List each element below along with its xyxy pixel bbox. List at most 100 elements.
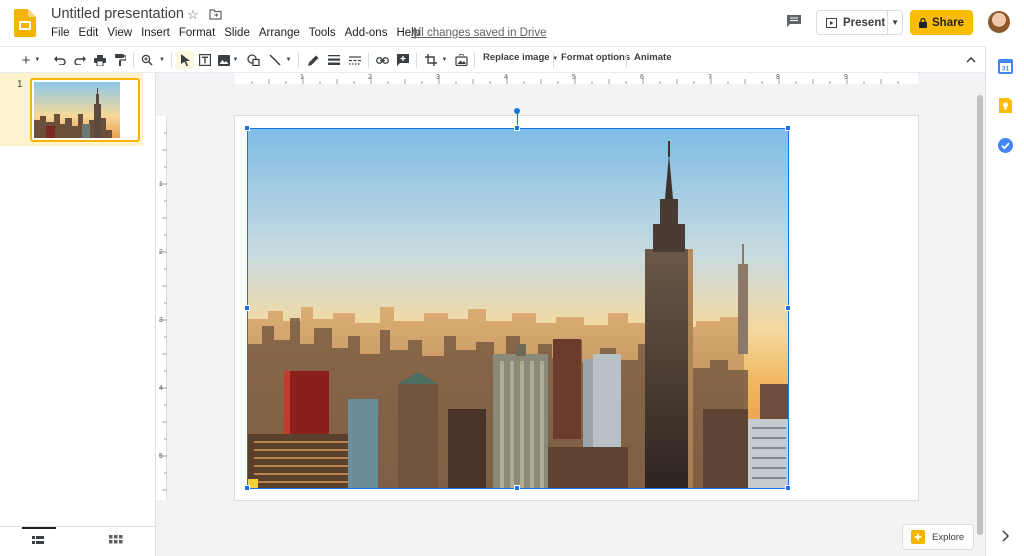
chevron-down-icon: ▼ xyxy=(441,57,448,63)
title-icons: ☆ xyxy=(186,8,222,22)
crop-button[interactable]: ▼ xyxy=(422,51,450,69)
add-comment-icon xyxy=(397,54,409,66)
share-button[interactable]: Share xyxy=(910,10,973,35)
ruler-label: 5 xyxy=(572,74,576,81)
add-comment-button[interactable] xyxy=(395,51,411,69)
undo-icon xyxy=(54,55,66,65)
toolbar-divider xyxy=(626,53,627,68)
scrollbar-thumb[interactable] xyxy=(977,95,983,535)
ruler-label: 9 xyxy=(844,74,848,81)
resize-handle-ne[interactable] xyxy=(785,125,791,131)
resize-handle-nw[interactable] xyxy=(244,125,250,131)
calendar-icon[interactable]: 31 xyxy=(998,59,1013,74)
print-button[interactable] xyxy=(92,51,108,69)
paint-format-button[interactable] xyxy=(112,51,128,69)
slide-number: 1 xyxy=(17,79,23,90)
reset-image-button[interactable] xyxy=(453,51,469,69)
explore-button[interactable]: Explore xyxy=(902,524,974,550)
chevron-down-icon: ▼ xyxy=(34,57,41,63)
save-status-link[interactable]: All changes saved in Drive xyxy=(411,27,547,39)
menu-addons[interactable]: Add-ons xyxy=(345,27,393,39)
border-weight-button[interactable] xyxy=(326,51,342,69)
resize-handle-w[interactable] xyxy=(244,305,250,311)
star-icon[interactable]: ☆ xyxy=(186,8,200,22)
text-box-button[interactable] xyxy=(197,51,213,69)
present-button[interactable]: Present ▼ xyxy=(816,10,903,35)
filmstrip-footer xyxy=(0,526,156,556)
reset-image-icon xyxy=(454,54,468,66)
toolbar-divider xyxy=(474,53,475,68)
ruler-label: 2 xyxy=(159,249,163,256)
ruler-label: 3 xyxy=(159,317,163,324)
filmstrip-slide[interactable]: 1 xyxy=(0,73,143,146)
list-view-icon[interactable] xyxy=(32,535,46,547)
ruler-label: 4 xyxy=(159,385,163,392)
toolbar: + ▼ ▼ ▼ ▼ ▼ Replace image ▼ Format optio… xyxy=(0,46,1024,73)
vertical-scrollbar[interactable] xyxy=(975,73,985,556)
animate-button[interactable]: Animate xyxy=(634,52,671,63)
border-dash-button[interactable] xyxy=(347,51,363,69)
resize-handle-e[interactable] xyxy=(785,305,791,311)
move-folder-icon[interactable] xyxy=(208,8,222,22)
slides-logo-icon[interactable] xyxy=(14,9,36,37)
chevron-right-icon[interactable] xyxy=(1000,530,1010,542)
ruler-label: 3 xyxy=(436,74,440,81)
border-dash-icon xyxy=(349,55,361,65)
select-tool-button[interactable] xyxy=(176,51,194,69)
comments-icon[interactable] xyxy=(786,14,802,28)
replace-image-button[interactable]: Replace image ▼ xyxy=(483,52,558,63)
vertical-ruler[interactable]: 1 2 3 4 5 xyxy=(156,84,167,556)
replace-image-label: Replace image xyxy=(483,52,550,63)
horizontal-ruler[interactable]: 1 2 3 4 5 6 7 8 9 xyxy=(156,73,975,84)
menu-tools[interactable]: Tools xyxy=(309,27,341,39)
border-weight-icon xyxy=(328,55,340,65)
redo-button[interactable] xyxy=(72,51,88,69)
undo-button[interactable] xyxy=(52,51,68,69)
cursor-icon xyxy=(180,54,190,66)
resize-handle-sw[interactable] xyxy=(244,485,250,491)
present-main-button[interactable]: Present xyxy=(817,11,889,34)
menu-format[interactable]: Format xyxy=(179,27,220,39)
ruler-label: 1 xyxy=(300,74,304,81)
ruler-label: 5 xyxy=(159,453,163,460)
resize-handle-se[interactable] xyxy=(785,485,791,491)
keep-icon[interactable] xyxy=(998,98,1013,113)
ruler-ticks xyxy=(156,73,975,84)
grid-view-icon[interactable] xyxy=(109,535,123,547)
menu-view[interactable]: View xyxy=(107,27,137,39)
border-color-button[interactable] xyxy=(305,51,321,69)
chevron-down-icon[interactable]: ▼ xyxy=(888,18,902,27)
toolbar-divider xyxy=(553,53,554,68)
resize-handle-s[interactable] xyxy=(514,485,520,491)
tasks-icon[interactable] xyxy=(998,138,1013,153)
menu-insert[interactable]: Insert xyxy=(141,27,175,39)
format-options-button[interactable]: Format options xyxy=(561,52,630,63)
toolbar-divider xyxy=(298,53,299,68)
menu-edit[interactable]: Edit xyxy=(79,27,104,39)
slides-app: Untitled presentation ☆ File Edit View I… xyxy=(0,0,1024,556)
selected-image[interactable] xyxy=(247,128,789,489)
resize-handle-n[interactable] xyxy=(514,125,520,131)
avatar[interactable] xyxy=(988,11,1010,33)
plus-icon: + xyxy=(21,51,31,69)
shape-button[interactable] xyxy=(244,51,262,69)
line-icon xyxy=(268,54,281,66)
insert-image-button[interactable]: ▼ xyxy=(216,51,240,69)
collapse-toolbar-button[interactable] xyxy=(963,51,979,69)
toolbar-divider xyxy=(416,53,417,68)
ruler-label: 6 xyxy=(640,74,644,81)
menu-slide[interactable]: Slide xyxy=(224,27,255,39)
chevron-down-icon: ▼ xyxy=(159,57,165,63)
slide-thumbnail[interactable] xyxy=(30,78,140,142)
document-title[interactable]: Untitled presentation xyxy=(51,6,184,22)
zoom-button[interactable]: ▼ xyxy=(139,51,167,69)
menu-arrange[interactable]: Arrange xyxy=(259,27,305,39)
slide-canvas[interactable]: 1 2 3 4 5 6 7 8 9 1 2 3 4 5 Explore xyxy=(156,73,985,556)
insert-link-button[interactable] xyxy=(374,51,390,69)
line-button[interactable]: ▼ xyxy=(266,51,294,69)
svg-text:31: 31 xyxy=(1002,66,1010,73)
paint-format-icon xyxy=(114,54,126,66)
menu-file[interactable]: File xyxy=(51,27,75,39)
rotate-handle[interactable] xyxy=(514,108,520,114)
new-slide-button[interactable]: + ▼ xyxy=(16,51,46,69)
